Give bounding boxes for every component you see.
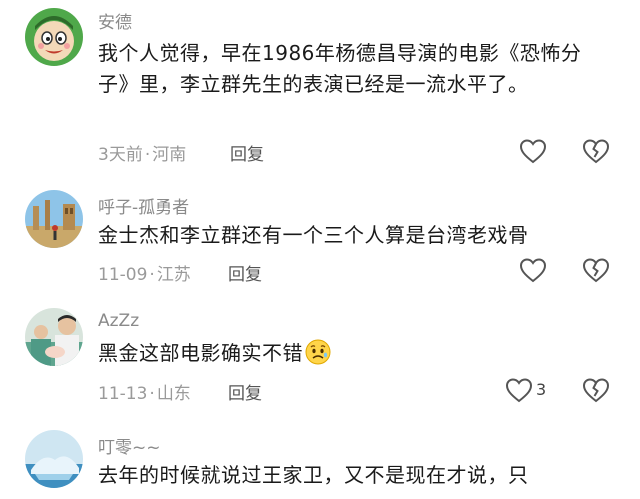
location: 江苏: [156, 265, 191, 285]
timestamp: 3天前: [98, 145, 143, 165]
timestamp: 11-13: [98, 384, 148, 404]
username[interactable]: 呼子-孤勇者: [98, 193, 189, 218]
comment-item: 安德 我个人觉得，早在1986年杨德昌导演的电影《恐怖分子》里，李立群先生的表演…: [0, 8, 640, 168]
like-count: 3: [536, 380, 547, 399]
avatar[interactable]: [25, 430, 83, 488]
comment-meta: 3天前 · 河南: [98, 140, 186, 165]
meta-separator: ·: [149, 265, 155, 285]
comment-text: 金士杰和李立群还有一个三个人算是台湾老戏骨: [98, 223, 529, 247]
location: 河南: [152, 145, 187, 165]
meta-separator: ·: [149, 384, 155, 404]
comment-meta: 11-13 · 山东: [98, 379, 191, 404]
comment-text: 黑金这部电影确实不错: [98, 338, 608, 369]
username[interactable]: 叮零~~: [98, 433, 161, 458]
heart-outline-icon: [519, 258, 547, 283]
broken-heart-icon: [582, 378, 610, 403]
broken-heart-icon: [582, 139, 610, 164]
heart-outline-icon: [505, 378, 533, 403]
comment-text: 我个人觉得，早在1986年杨德昌导演的电影《恐怖分子》里，李立群先生的表演已经是…: [98, 41, 582, 96]
dislike-button[interactable]: [582, 375, 612, 405]
reply-button[interactable]: 回复: [228, 379, 262, 404]
comment-item: 呼子-孤勇者 金士杰和李立群还有一个三个人算是台湾老戏骨 11-09 · 江苏 回复: [0, 190, 640, 290]
username[interactable]: 安德: [98, 8, 132, 33]
like-button[interactable]: [519, 136, 549, 166]
username[interactable]: AzZz: [98, 311, 139, 331]
heart-outline-icon: [519, 139, 547, 164]
like-button[interactable]: [505, 375, 535, 405]
comment-item: AzZz 黑金这部电影确实不错 11-13 · 山东 回复 3: [0, 308, 640, 408]
comment-item: 叮零~~ 去年的时候就说过王家卫，又不是现在才说，只: [0, 430, 640, 499]
meta-separator: ·: [144, 145, 151, 165]
reply-button[interactable]: 回复: [230, 140, 264, 165]
reply-button[interactable]: 回复: [228, 260, 262, 285]
like-button[interactable]: [519, 255, 549, 285]
worried-face-emoji: [305, 339, 331, 365]
comment-text-body: 黑金这部电影确实不错: [98, 341, 303, 365]
comment-text: 去年的时候就说过王家卫，又不是现在才说，只: [98, 463, 529, 487]
broken-heart-icon: [582, 258, 610, 283]
comment-meta: 11-09 · 江苏: [98, 260, 191, 285]
avatar[interactable]: [25, 190, 83, 248]
avatar[interactable]: [25, 8, 83, 66]
location: 山东: [156, 384, 191, 404]
dislike-button[interactable]: [582, 255, 612, 285]
avatar[interactable]: [25, 308, 83, 366]
timestamp: 11-09: [98, 265, 148, 285]
dislike-button[interactable]: [582, 136, 612, 166]
